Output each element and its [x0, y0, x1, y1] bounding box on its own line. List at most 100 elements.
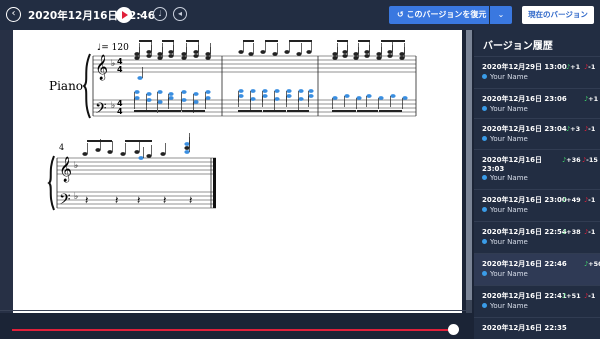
quarter-rest-icon: 𝄽 [115, 194, 118, 207]
notehead [402, 96, 408, 100]
score-sheet: ♩= 120 Piano 𝄞 𝄢 ♭ ♭ 4 4 4 4 4 𝄞 𝄢 ♭ ♭ 𝄽… [13, 30, 462, 313]
notehead [184, 146, 190, 150]
notes-added-count: +38 [566, 228, 581, 236]
notehead [353, 56, 359, 60]
notehead [364, 50, 370, 54]
version-date: 2020年12月29日 13:00 [482, 63, 567, 71]
version-entry[interactable]: 2020年12月16日 23:04 Your Name ♪+3 ♪-1 [474, 118, 600, 149]
notehead [308, 89, 314, 93]
notehead [168, 92, 174, 96]
notehead [250, 89, 256, 93]
version-entry[interactable]: 2020年12月16日 22:35 [474, 317, 600, 339]
notehead [205, 52, 211, 56]
notehead [262, 94, 268, 98]
notehead [146, 54, 152, 58]
timeline [0, 313, 472, 339]
version-author: Your Name [482, 206, 528, 214]
notes-added-badge: ♪+3 [566, 125, 580, 133]
notehead [332, 96, 338, 100]
timeline-track[interactable] [12, 329, 457, 331]
key-flat-icon: ♭ [111, 101, 115, 111]
notehead [137, 76, 143, 80]
version-author: Your Name [482, 135, 528, 143]
version-entry[interactable]: 2020年12月16日 22:54 Your Name ♪+38 ♪-1 [474, 221, 600, 253]
quarter-rest-icon: 𝄽 [85, 194, 88, 207]
current-version-button[interactable]: 現在のバージョン [522, 6, 594, 24]
version-author: Your Name [482, 238, 528, 246]
version-entry[interactable]: 2020年12月16日 22:41 Your Name ♪+51 ♪-1 [474, 285, 600, 317]
score-scrollbar-thumb[interactable] [466, 30, 472, 300]
version-date: 2020年12月16日 22:35 [482, 324, 567, 332]
notes-removed-count: -1 [588, 292, 596, 300]
notes-added-count: +51 [566, 292, 581, 300]
notes-added-badge: ♪+49 [562, 196, 581, 204]
notehead [274, 89, 280, 93]
version-entry[interactable]: 2020年12月16日 23:00 Your Name ♪+49 ♪-1 [474, 189, 600, 221]
notes-removed-badge: ♪-15 [582, 156, 598, 164]
notehead [168, 96, 174, 100]
restore-version-button[interactable]: ↺ このバージョンを復元 [389, 6, 489, 24]
time-sig: 4 [117, 107, 123, 116]
version-history-panel: バージョン履歴 2020年12月29日 13:00 Your Name ♪+1 ♪-1… [474, 30, 600, 339]
back-icon[interactable]: ‹ [6, 7, 21, 22]
notehead [356, 96, 362, 100]
treble-clef-icon: 𝄞 [95, 54, 108, 80]
quarter-rest-icon: 𝄽 [163, 194, 166, 207]
notehead [193, 54, 199, 58]
timeline-thumb[interactable] [447, 324, 459, 335]
notes-removed-badge: ♪-1 [584, 196, 595, 204]
version-author: Your Name [482, 270, 528, 278]
notehead [193, 100, 199, 104]
notehead [399, 52, 405, 56]
notes-removed-badge: ♪-1 [584, 292, 595, 300]
treble-staff-2 [57, 157, 216, 175]
notehead [82, 152, 88, 156]
version-title: 2020年12月16日 22:46 [28, 10, 156, 22]
chevron-down-icon[interactable]: ⌄ [137, 8, 145, 19]
version-entry[interactable]: 2020年12月16日 23:06 Your Name ♪+1 [474, 88, 600, 118]
notehead [238, 50, 244, 54]
panel-title: バージョン履歴 [483, 41, 553, 52]
notehead [160, 152, 166, 156]
play-button[interactable] [116, 7, 132, 23]
notehead [284, 50, 290, 54]
version-entry[interactable]: 2020年12月29日 13:00 Your Name ♪+1 ♪-1 [474, 56, 600, 88]
notehead [298, 89, 304, 93]
notehead [146, 98, 152, 102]
bass-notes-1 [134, 89, 408, 113]
notehead [134, 150, 140, 154]
notes-removed-badge: ♪-1 [584, 63, 595, 71]
barlines-1 [92, 56, 417, 116]
notes-added-badge: ♪+38 [562, 228, 581, 236]
notehead [274, 97, 280, 101]
notehead [146, 154, 152, 158]
notehead [296, 52, 302, 56]
notehead [146, 50, 152, 54]
notehead [286, 89, 292, 93]
speaker-icon[interactable]: ◂ [173, 7, 187, 21]
notehead [387, 50, 393, 54]
version-date: 2020年12月16日 22:46 [482, 260, 567, 268]
notehead [184, 142, 190, 146]
quarter-rest-icon: 𝄽 [137, 194, 140, 207]
notehead [181, 90, 187, 94]
version-author: Your Name [482, 302, 528, 310]
notehead [376, 52, 382, 56]
version-entry[interactable]: 2020年12月16日 22:46 Your Name ♪+50 [474, 253, 600, 285]
notehead [344, 94, 350, 98]
metronome-icon[interactable]: ♩ [153, 7, 167, 21]
notehead [342, 54, 348, 58]
notehead [157, 52, 163, 56]
toolbar: ‹ 2020年12月16日 22:46 ⌄ ♩ ◂ ↺ このバージョンを復元 ⌄… [0, 0, 600, 30]
key-flat-icon: ♭ [111, 59, 115, 69]
notehead [193, 92, 199, 96]
notehead [120, 152, 126, 156]
notehead [193, 50, 199, 54]
version-entry[interactable]: 2020年12月16日 23:03 Your Name ♪+36 ♪-15 [474, 149, 600, 189]
notehead [286, 94, 292, 98]
restore-dropdown-button[interactable]: ⌄ [490, 6, 512, 24]
notehead [366, 94, 372, 98]
notehead [157, 100, 163, 104]
notes-removed-badge: ♪-1 [584, 228, 595, 236]
notes-added-badge: ♪+51 [562, 292, 581, 300]
